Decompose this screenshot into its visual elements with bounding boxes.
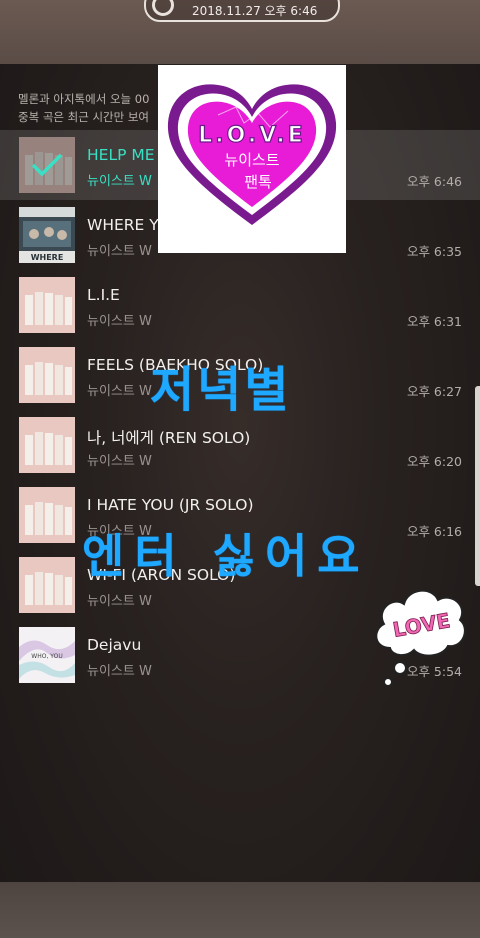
album-art [19,347,75,403]
song-artist: 뉴이스트 W [87,664,152,679]
song-row[interactable]: L.I.E 뉴이스트 W 오후 6:31 [0,270,480,340]
screen-recorder-pill[interactable]: 2018.11.27 오후 6:46 [144,0,340,22]
song-time: 오후 6:16 [406,524,462,539]
sticker-text-2: 엔터 싫어요 [82,529,370,583]
album-art: WHERE [19,207,75,263]
record-icon [152,0,174,16]
heart-sub1: 뉴이스트 [224,151,279,169]
heart-title: L.O.V.E [198,123,306,148]
song-title: Dejavu [87,636,142,654]
song-artist: 뉴이스트 W [87,454,152,469]
song-title: 나, 너에게 (REN SOLO) [87,429,251,447]
album-label-dejavu: WHO, YOU [31,653,62,660]
song-artist: 뉴이스트 W [87,244,152,259]
song-time: 오후 6:35 [406,244,462,259]
song-title: I HATE YOU (JR SOLO) [87,496,254,514]
album-art [19,417,75,473]
album-art: WHO, YOU [19,627,75,683]
album-label-where: WHERE [31,253,64,262]
album-art [19,487,75,543]
check-icon [19,137,75,193]
love-cloud-sticker: LOVE [370,578,470,690]
album-art [19,277,75,333]
song-time: 오후 6:27 [406,384,462,399]
song-time: 오후 6:46 [406,174,462,189]
song-artist: 뉴이스트 W [87,314,152,329]
song-title: L.I.E [87,286,120,304]
song-time: 오후 6:31 [406,314,462,329]
song-title: WHERE Y [87,216,159,234]
love-heart-sticker: L.O.V.E 뉴이스트 팬톡 [158,65,346,253]
scrollbar-handle[interactable] [475,386,480,586]
status-datetime: 2018.11.27 오후 6:46 [192,3,318,18]
heart-sub2: 팬톡 [244,173,272,191]
album-art [19,557,75,613]
song-time: 오후 6:20 [406,454,462,469]
bottom-bar [0,882,480,938]
top-banner: 2018.11.27 오후 6:46 [0,0,480,64]
song-artist: 뉴이스트 W [87,594,152,609]
sticker-text-1: 저녁별 [150,362,292,418]
song-artist: 뉴이스트 W [87,174,152,189]
song-title: HELP ME [87,146,155,164]
song-artist: 뉴이스트 W [87,384,152,399]
song-row[interactable]: 나, 너에게 (REN SOLO) 뉴이스트 W 오후 6:20 [0,410,480,480]
